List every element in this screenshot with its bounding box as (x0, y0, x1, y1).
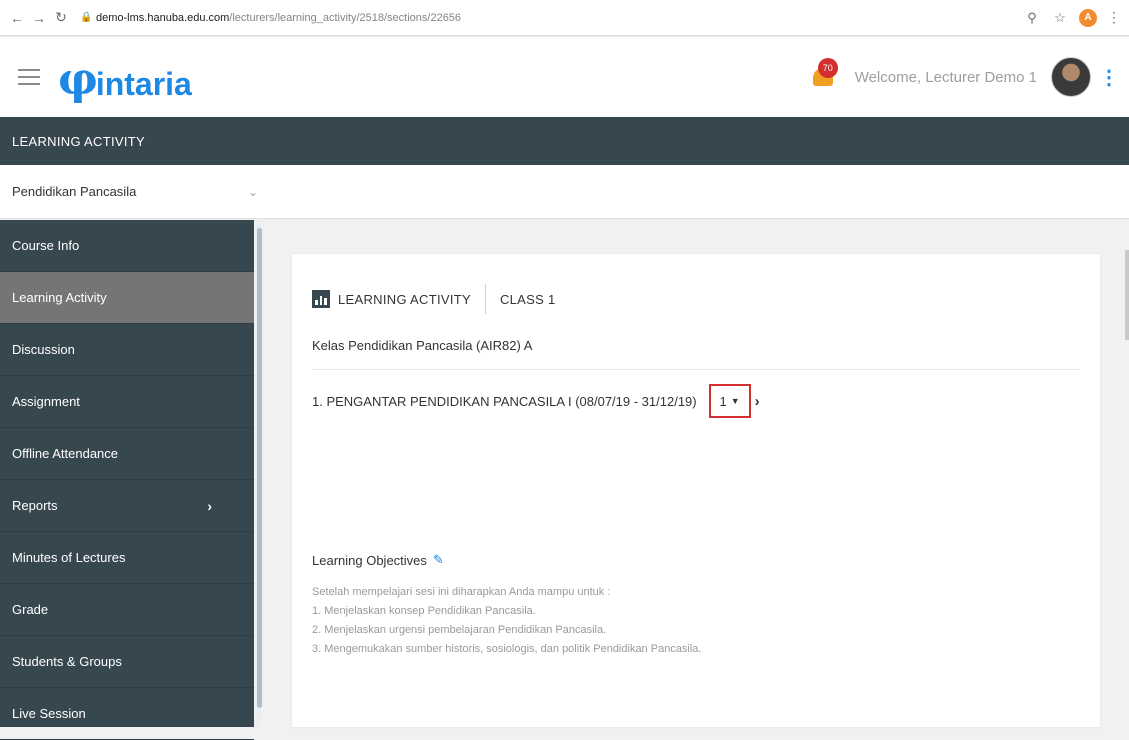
lock-icon: 🔒 (80, 11, 93, 23)
card-title: LEARNING ACTIVITY (338, 291, 471, 307)
notification-badge: 70 (817, 58, 838, 78)
sidebar-item-label: Assignment (12, 394, 80, 409)
url-path: /lecturers/learning_activity/2518/sectio… (229, 11, 462, 24)
app-header: φ intaria 70 Welcome, Lecturer Demo 1 ⋮ (0, 37, 1129, 117)
reload-icon[interactable]: ↻ (50, 7, 72, 29)
sidebar: Course Info Learning Activity Discussion… (0, 220, 254, 740)
sidebar-item-label: Learning Activity (12, 290, 107, 305)
sidebar-item-reports[interactable]: Reports › (0, 480, 254, 532)
header-divider (484, 284, 486, 314)
sidebar-item-students-groups[interactable]: Students & Groups (0, 636, 254, 688)
objectives-intro: Setelah mempelajari sesi ini diharapkan … (312, 586, 611, 598)
browser-toolbar: ← → ↻ 🔒 demo-lms.hanuba.edu.com /lecture… (0, 0, 1129, 36)
course-selector-row: Pendidikan Pancasila ⌄ (0, 165, 1129, 219)
logo-mark-icon: φ (58, 54, 98, 105)
notification-bell-icon[interactable]: 70 (809, 58, 838, 92)
topic-title: 1. PENGANTAR PENDIDIKAN PANCASILA I (08/… (312, 393, 697, 409)
objective-item: 2. Menjelaskan urgensi pembelajaran Pend… (312, 624, 607, 636)
sidebar-item-learning-activity[interactable]: Learning Activity (0, 272, 254, 324)
objective-item: 1. Menjelaskan konsep Pendidikan Pancasi… (312, 605, 536, 617)
chevron-down-icon: ⌄ (247, 184, 258, 199)
hamburger-menu-icon[interactable] (18, 69, 40, 85)
back-icon[interactable]: ← (6, 7, 28, 29)
chevron-right-icon: › (207, 497, 212, 514)
next-arrow-icon[interactable]: › (755, 393, 760, 410)
welcome-text: Welcome, Lecturer Demo 1 (854, 68, 1037, 86)
more-options-icon[interactable]: ⋮ (1099, 65, 1119, 90)
sidebar-item-label: Minutes of Lectures (12, 550, 126, 565)
sidebar-item-discussion[interactable]: Discussion (0, 324, 254, 376)
sidebar-item-assignment[interactable]: Assignment (0, 376, 254, 428)
objectives-heading: Learning Objectives ✎ (312, 552, 444, 568)
sidebar-item-label: Discussion (12, 342, 75, 357)
avatar[interactable] (1051, 57, 1091, 97)
browser-menu-icon[interactable]: ⋮ (1107, 9, 1121, 26)
objective-item: 3. Mengemukakan sumber historis, sosiolo… (312, 643, 702, 655)
bar-chart-icon (312, 290, 330, 308)
url-host: demo-lms.hanuba.edu.com (96, 11, 230, 24)
class-name: Kelas Pendidikan Pancasila (AIR82) A (312, 338, 533, 353)
sidebar-item-label: Grade (12, 602, 49, 617)
learning-activity-card: LEARNING ACTIVITY CLASS 1 Kelas Pendidik… (292, 254, 1100, 727)
sidebar-scrollbar-thumb[interactable] (257, 228, 262, 708)
bookmark-star-icon[interactable]: ☆ (1051, 9, 1069, 27)
session-select[interactable]: 1 ▼ (708, 384, 751, 418)
session-select-value: 1 (719, 393, 727, 409)
page-scrollbar[interactable] (1125, 250, 1129, 340)
topic-row: 1. PENGANTAR PENDIDIKAN PANCASILA I (08/… (312, 384, 760, 418)
forward-icon[interactable]: → (28, 7, 50, 29)
sidebar-item-label: Students & Groups (12, 654, 122, 669)
caret-down-icon: ▼ (730, 396, 740, 406)
class-label: CLASS 1 (499, 291, 556, 307)
sidebar-item-minutes-of-lectures[interactable]: Minutes of Lectures (0, 532, 254, 584)
sidebar-item-label: Live Session (12, 706, 86, 721)
section-title: LEARNING ACTIVITY (12, 133, 145, 149)
card-header: LEARNING ACTIVITY CLASS 1 (312, 284, 556, 314)
course-select-value: Pendidikan Pancasila (12, 184, 137, 199)
logo-text: intaria (95, 66, 192, 102)
sidebar-item-offline-attendance[interactable]: Offline Attendance (0, 428, 254, 480)
sidebar-item-label: Reports (12, 498, 58, 513)
logo[interactable]: φ intaria (58, 52, 192, 102)
extension-icon[interactable]: A (1079, 8, 1097, 27)
sidebar-item-live-session[interactable]: Live Session (0, 688, 254, 740)
zoom-icon[interactable]: ⚲ (1023, 9, 1041, 27)
address-bar[interactable]: 🔒 demo-lms.hanuba.edu.com /lecturers/lea… (80, 6, 1023, 30)
sidebar-item-label: Offline Attendance (12, 446, 119, 461)
sidebar-item-course-info[interactable]: Course Info (0, 220, 254, 272)
course-select[interactable]: Pendidikan Pancasila ⌄ (0, 184, 270, 199)
sidebar-item-label: Course Info (12, 238, 80, 253)
edit-pencil-icon[interactable]: ✎ (433, 552, 444, 568)
objectives-title: Learning Objectives (312, 552, 427, 568)
section-bar: LEARNING ACTIVITY (0, 117, 1129, 165)
sidebar-item-grade[interactable]: Grade (0, 584, 254, 636)
divider (312, 369, 1080, 370)
